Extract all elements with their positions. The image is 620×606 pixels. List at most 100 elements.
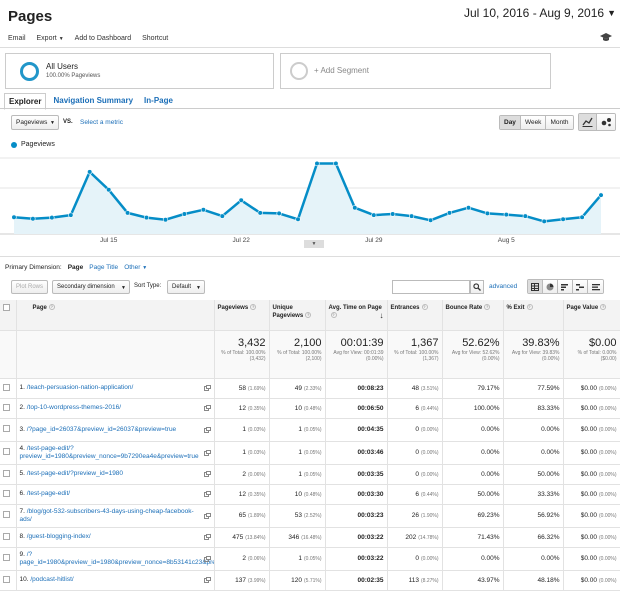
row-checkbox[interactable] (3, 403, 10, 411)
period-month-button[interactable]: Month (546, 116, 573, 129)
help-icon[interactable]: ? (250, 304, 257, 311)
advanced-filter-link[interactable]: advanced (489, 283, 517, 290)
chart-type-toggle (578, 113, 616, 131)
unique-pageviews-pct: (5.71%) (303, 577, 322, 584)
page-link[interactable]: /top-10-wordpress-themes-2016/ (27, 404, 121, 411)
open-page-icon[interactable] (203, 512, 211, 519)
comparison-view-button[interactable] (573, 280, 588, 293)
open-page-icon[interactable] (203, 385, 211, 391)
exit-cell: 0.00% (503, 547, 564, 571)
bounce-rate-cell: 100.00% (442, 398, 504, 419)
dimension-page-title[interactable]: Page Title (89, 264, 118, 271)
date-range-picker[interactable]: Jul 10, 2016 - Aug 9, 2016 ▼ (464, 6, 616, 20)
search-button[interactable] (470, 280, 484, 294)
page-value-cell: $0.00 (0.00%) (563, 527, 620, 548)
select-all-checkbox[interactable] (3, 304, 10, 311)
page-link[interactable]: /test-page-edit/ (27, 490, 70, 497)
data-table-view-button[interactable] (528, 280, 543, 293)
col-page[interactable]: Page? (16, 300, 215, 331)
data-point (314, 160, 320, 167)
open-page-icon[interactable] (203, 491, 211, 497)
open-page-icon[interactable] (203, 577, 211, 583)
col-unique-pageviews[interactable]: Unique Pageviews? (269, 300, 326, 331)
row-checkbox[interactable] (3, 469, 10, 477)
metric-select[interactable]: Pageviews ▼ (11, 115, 59, 130)
help-icon[interactable]: ? (600, 304, 607, 311)
tabs-divider (0, 108, 620, 109)
page-link[interactable]: /guest-blogging-index/ (27, 533, 91, 540)
motion-chart-button[interactable] (597, 114, 615, 130)
row-checkbox[interactable] (3, 489, 10, 497)
export-button[interactable]: Export ▼ (37, 35, 64, 42)
pageviews-value: 2 (242, 555, 246, 562)
segment-name: All Users (46, 62, 79, 71)
select-metric-link[interactable]: Select a metric (80, 119, 123, 126)
row-checkbox[interactable] (3, 425, 10, 432)
open-page-icon[interactable] (203, 405, 211, 411)
page-link[interactable]: /?page_id=26037&preview_id=26037&preview… (27, 426, 176, 433)
help-icon[interactable]: ? (526, 304, 533, 311)
segment-all-users[interactable]: All Users 100.00% Pageviews (5, 53, 274, 89)
help-icon[interactable]: ? (48, 304, 55, 311)
chart-collapse-handle[interactable]: ▼ (304, 240, 324, 248)
col-avg-time[interactable]: Avg. Time on Page? ↓ (325, 300, 388, 331)
shortcut-button[interactable]: Shortcut (142, 35, 168, 42)
data-point (219, 213, 225, 219)
entrances-cell: 202 (14.78%) (387, 527, 443, 548)
period-week-button[interactable]: Week (520, 116, 547, 129)
grid-icon (531, 282, 539, 291)
dimension-page[interactable]: Page (68, 264, 84, 271)
pie-view-button[interactable] (543, 280, 558, 293)
col-bounce-rate[interactable]: Bounce Rate? (442, 300, 504, 331)
secondary-dimension-select[interactable]: Secondary dimension ▼ (52, 280, 130, 294)
data-point (390, 211, 396, 217)
page-value-value: $0.00 (580, 555, 597, 562)
page-link[interactable]: /test-page-edit/?preview_id=1980&preview… (20, 445, 199, 460)
row-checkbox[interactable] (3, 575, 10, 583)
dimension-other[interactable]: Other ▼ (124, 264, 147, 271)
pageviews-pct: (0.35%) (247, 491, 266, 498)
open-page-icon[interactable] (203, 555, 211, 562)
row-checkbox[interactable] (3, 554, 10, 561)
row-checkbox[interactable] (3, 532, 10, 540)
email-button[interactable]: Email (8, 35, 26, 42)
term-cloud-view-button[interactable] (588, 280, 603, 293)
performance-view-button[interactable] (558, 280, 573, 293)
row-checkbox[interactable] (3, 383, 10, 391)
help-icon[interactable]: ? (484, 304, 491, 311)
page-link[interactable]: /test-page-edit/?preview_id=1980 (27, 470, 123, 477)
add-to-dashboard-button[interactable]: Add to Dashboard (75, 35, 131, 42)
row-checkbox[interactable] (3, 511, 10, 518)
open-page-icon[interactable] (203, 449, 211, 456)
page-link[interactable]: /teach-persuasion-nation-application/ (27, 384, 134, 391)
data-point (484, 210, 491, 217)
col-exit[interactable]: % Exit? (503, 300, 564, 331)
add-segment-box[interactable]: + Add Segment (280, 53, 551, 89)
total-value: 1,367 (410, 336, 439, 349)
plot-rows-button[interactable]: Plot Rows (11, 280, 49, 294)
page-link[interactable]: /podcast-hitlist/ (30, 576, 73, 583)
total-sub: Avg for View: 39.83% (0.00%) (511, 349, 560, 362)
col-pageviews[interactable]: Pageviews? (214, 300, 270, 331)
help-icon[interactable]: ? (305, 312, 312, 319)
open-page-icon[interactable] (203, 426, 211, 433)
line-chart-button[interactable] (579, 114, 597, 130)
pageviews-chart: Jul 15 Jul 22 Jul 29 Aug 5 (0, 157, 620, 244)
table-search-input[interactable] (392, 280, 470, 294)
sort-type-select[interactable]: Default ▼ (167, 280, 205, 294)
col-entrances[interactable]: Entrances? (387, 300, 443, 331)
open-page-icon[interactable] (203, 534, 211, 540)
total-pageviews: 3,432% of Total: 100.00% (3,432) (214, 330, 270, 379)
col-page-value[interactable]: Page Value? (563, 300, 620, 331)
period-day-button[interactable]: Day (500, 116, 521, 129)
graduation-cap-icon[interactable] (600, 32, 612, 42)
page-link[interactable]: /?page_id=1980&preview_id=1980&preview_n… (20, 551, 214, 566)
page-value-pct: (0.00%) (598, 471, 617, 478)
row-checkbox[interactable] (3, 448, 10, 455)
page-link[interactable]: /blog/got-532-subscribers-43-days-using-… (20, 508, 194, 523)
help-icon[interactable]: ? (330, 312, 337, 319)
open-page-icon[interactable] (203, 471, 211, 477)
row-index: 4. (19, 444, 25, 452)
help-icon[interactable]: ? (421, 304, 428, 311)
page-value-pct: (0.00%) (598, 491, 617, 498)
